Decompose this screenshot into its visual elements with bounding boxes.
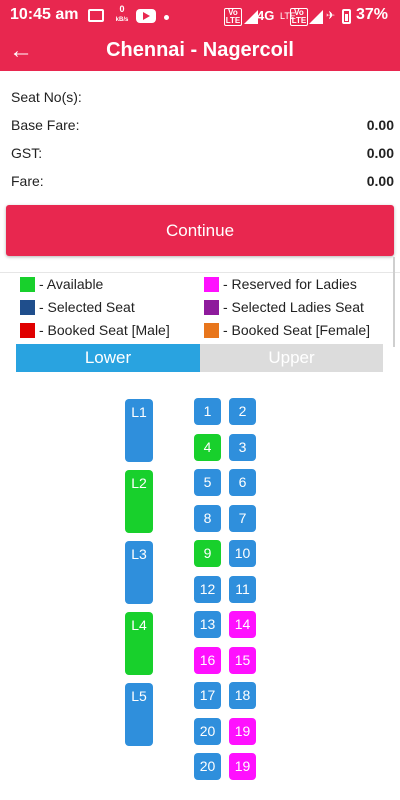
seat[interactable]: 10 bbox=[229, 540, 256, 567]
legend-swatch bbox=[204, 300, 219, 315]
seat[interactable]: 16 bbox=[194, 646, 221, 674]
sleeper-seat[interactable]: L1 bbox=[125, 399, 153, 462]
battery-icon bbox=[342, 9, 351, 24]
legend-label: - Booked Seat [Male] bbox=[39, 322, 170, 338]
base-fare-label: Base Fare: bbox=[11, 117, 80, 133]
seat[interactable]: 20 bbox=[194, 717, 221, 745]
legend-swatch bbox=[204, 277, 219, 292]
youtube-notification-icon bbox=[136, 9, 156, 23]
legend-swatch bbox=[20, 277, 35, 292]
legend-label: - Booked Seat [Female] bbox=[223, 322, 371, 338]
seat[interactable]: 12 bbox=[194, 575, 221, 603]
app-bar: ← Chennai - Nagercoil bbox=[0, 33, 400, 71]
battery-percent: 37% bbox=[356, 6, 389, 23]
seat[interactable]: 2 bbox=[229, 398, 256, 425]
volte-sim2-icon: Vo LTE bbox=[290, 8, 308, 26]
seat[interactable]: 8 bbox=[194, 504, 221, 532]
continue-button[interactable]: Continue bbox=[6, 205, 394, 256]
total-fare-value: 0.00 bbox=[366, 173, 394, 189]
signal-strength-sim2-icon bbox=[309, 10, 323, 24]
status-bar: 10:45 am 0 kB/s Vo LTE 4G LTE Vo LTE ✈ 3… bbox=[0, 0, 400, 33]
tab-upper[interactable]: Upper bbox=[200, 344, 383, 372]
more-notifications-icon bbox=[164, 15, 169, 20]
gst-row: GST: 0.00 bbox=[11, 145, 394, 165]
seat[interactable]: 9 bbox=[194, 540, 221, 567]
sleeper-seat[interactable]: L4 bbox=[125, 612, 153, 675]
seat[interactable]: 11 bbox=[229, 575, 256, 603]
seat[interactable]: 19 bbox=[229, 753, 256, 780]
seat[interactable]: 14 bbox=[229, 611, 256, 638]
total-fare-label: Fare: bbox=[11, 173, 44, 189]
tab-lower[interactable]: Lower bbox=[16, 344, 200, 372]
scroll-indicator bbox=[393, 257, 395, 347]
legend-swatch bbox=[20, 300, 35, 315]
seat[interactable]: 1 bbox=[194, 398, 221, 425]
legend-label: - Reserved for Ladies bbox=[223, 276, 357, 292]
page-title: Chennai - Nagercoil bbox=[106, 39, 294, 61]
total-fare-row: Fare: 0.00 bbox=[11, 173, 394, 193]
vibrate-icon: ✈ bbox=[326, 10, 336, 22]
gallery-notification-icon bbox=[88, 9, 104, 22]
network-type-label: 4G bbox=[257, 8, 275, 23]
sleeper-seat[interactable]: L2 bbox=[125, 470, 153, 533]
gst-value: 0.00 bbox=[366, 145, 394, 161]
seat[interactable]: 5 bbox=[194, 469, 221, 496]
volte-icon: Vo LTE bbox=[224, 8, 242, 26]
legend-swatch bbox=[204, 323, 219, 338]
seat[interactable]: 3 bbox=[229, 433, 256, 461]
sleeper-seat[interactable]: L3 bbox=[125, 541, 153, 604]
base-fare-value: 0.00 bbox=[366, 117, 394, 133]
legend-label: - Selected Seat bbox=[39, 299, 135, 315]
sleeper-seat[interactable]: L5 bbox=[125, 683, 153, 746]
legend-swatch bbox=[20, 323, 35, 338]
seat-numbers-row: Seat No(s): bbox=[11, 89, 394, 109]
seat-numbers-label: Seat No(s): bbox=[11, 89, 82, 105]
seat[interactable]: 19 bbox=[229, 717, 256, 745]
data-rate-indicator: 0 kB/s bbox=[114, 5, 130, 25]
seat[interactable]: 13 bbox=[194, 611, 221, 638]
divider bbox=[0, 272, 400, 273]
gst-label: GST: bbox=[11, 145, 43, 161]
seat[interactable]: 4 bbox=[194, 433, 221, 461]
base-fare-row: Base Fare: 0.00 bbox=[11, 117, 394, 137]
legend-label: - Available bbox=[39, 276, 104, 292]
data-rate-value: 0 bbox=[119, 4, 125, 14]
seat[interactable]: 6 bbox=[229, 469, 256, 496]
signal-strength-icon bbox=[244, 10, 258, 24]
seat[interactable]: 18 bbox=[229, 682, 256, 709]
seat[interactable]: 15 bbox=[229, 646, 256, 674]
seat[interactable]: 17 bbox=[194, 682, 221, 709]
seat[interactable]: 7 bbox=[229, 504, 256, 532]
legend-label: - Selected Ladies Seat bbox=[223, 299, 364, 315]
seat[interactable]: 20 bbox=[194, 753, 221, 780]
status-time: 10:45 am bbox=[10, 6, 79, 23]
data-rate-unit: kB/s bbox=[115, 17, 129, 23]
